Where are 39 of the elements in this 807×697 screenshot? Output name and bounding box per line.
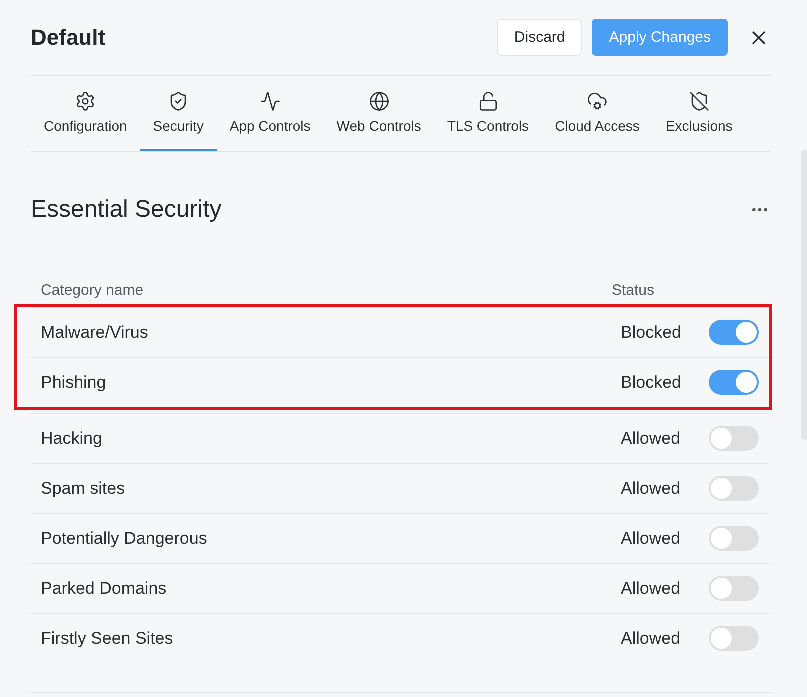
category-name: Potentially Dangerous bbox=[41, 528, 208, 548]
category-name: Spam sites bbox=[41, 478, 126, 498]
toggle-switch[interactable] bbox=[709, 476, 759, 501]
status-text: Blocked bbox=[621, 322, 682, 342]
category-name: Firstly Seen Sites bbox=[41, 628, 174, 648]
toggle-switch[interactable] bbox=[709, 426, 759, 451]
toggle-switch[interactable] bbox=[709, 370, 759, 395]
column-header: Status bbox=[612, 282, 656, 298]
status-text: Allowed bbox=[621, 478, 682, 498]
status-text: Blocked bbox=[621, 372, 682, 392]
category-name: Phishing bbox=[41, 372, 108, 392]
category-name: Hacking bbox=[41, 428, 104, 448]
toggle-switch[interactable] bbox=[709, 576, 759, 601]
cloud-icon bbox=[586, 91, 608, 112]
toggle-switch[interactable] bbox=[709, 526, 759, 551]
status-text: Allowed bbox=[621, 578, 682, 598]
toggle-switch[interactable] bbox=[709, 626, 759, 651]
column-header: Category name bbox=[41, 282, 145, 298]
status-text: Allowed bbox=[621, 528, 682, 548]
status-text: Allowed bbox=[621, 428, 682, 448]
tab[interactable]: Configuration bbox=[31, 76, 140, 151]
page-title: Default bbox=[31, 24, 107, 50]
pulse-icon bbox=[260, 91, 281, 112]
tab[interactable]: TLS Controls bbox=[434, 76, 542, 151]
toggle-switch[interactable] bbox=[709, 320, 759, 345]
tab[interactable]: Web Controls bbox=[324, 76, 434, 151]
shield-off-icon bbox=[688, 91, 710, 112]
unlocked-padlock-icon bbox=[478, 91, 499, 112]
tab[interactable]: Cloud Access bbox=[542, 76, 653, 151]
tab[interactable]: Security bbox=[140, 76, 217, 151]
section-title: Essential Security bbox=[31, 196, 222, 224]
discard-button[interactable]: Discard bbox=[497, 19, 582, 56]
tab[interactable]: Exclusions bbox=[652, 76, 746, 151]
category-name: Malware/Virus bbox=[41, 322, 150, 342]
tab[interactable]: App Controls bbox=[216, 76, 324, 151]
globe-icon bbox=[368, 91, 390, 112]
status-text: Allowed bbox=[621, 628, 682, 648]
gear-icon bbox=[75, 91, 96, 112]
category-name: Parked Domains bbox=[41, 578, 168, 598]
